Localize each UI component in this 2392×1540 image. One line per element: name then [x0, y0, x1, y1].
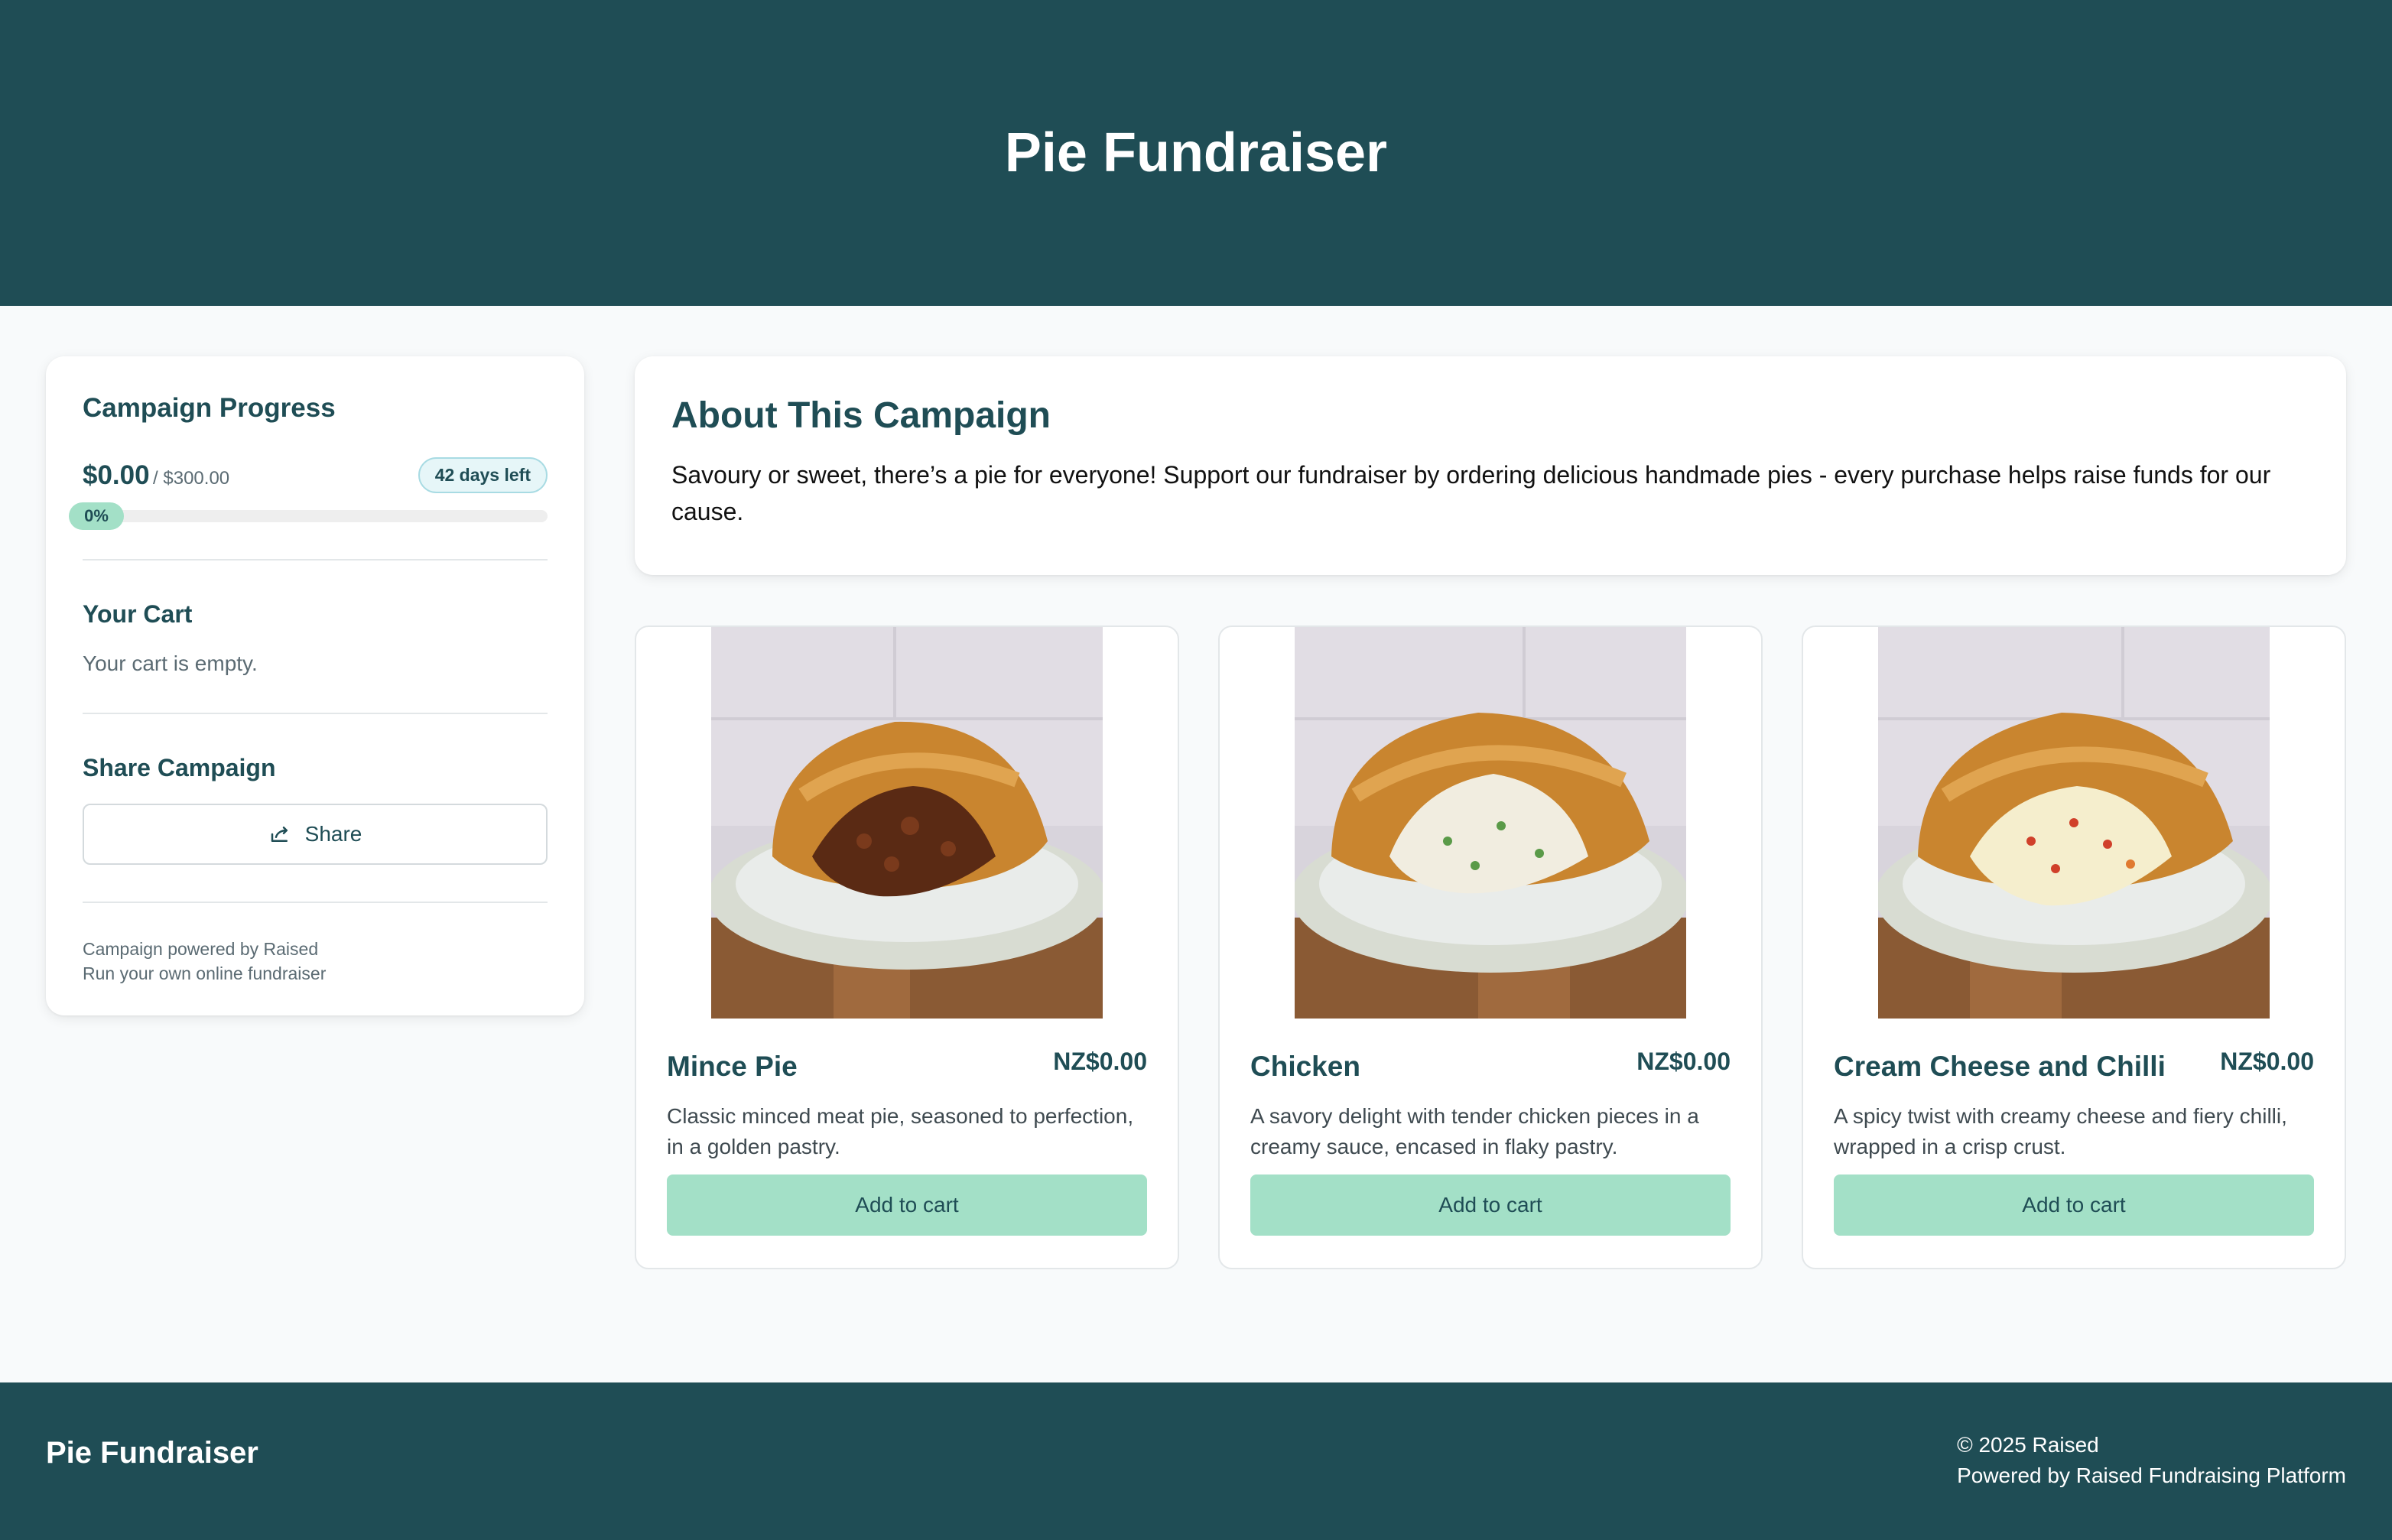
powered-line: Campaign powered by Raised	[83, 939, 319, 959]
share-button-label: Share	[304, 822, 362, 846]
days-left-badge: 42 days left	[418, 457, 548, 493]
product-card: Chicken NZ$0.00 A savory delight with te…	[1218, 625, 1763, 1269]
share-heading: Share Campaign	[83, 754, 276, 781]
product-card: Mince Pie NZ$0.00 Classic minced meat pi…	[635, 625, 1179, 1269]
product-description: A savory delight with tender chicken pie…	[1250, 1104, 1699, 1158]
product-description: A spicy twist with creamy cheese and fie…	[1834, 1104, 2287, 1158]
about-heading: About This Campaign	[671, 395, 1051, 436]
campaign-progress-heading: Campaign Progress	[83, 393, 336, 423]
about-text: Savoury or sweet, there’s a pie for ever…	[671, 461, 2271, 525]
divider	[83, 902, 548, 903]
page-title: Pie Fundraiser	[1004, 122, 1388, 184]
product-header: Chicken NZ$0.00	[1250, 1048, 1731, 1083]
product-name: Mince Pie	[667, 1051, 798, 1082]
cart-heading: Your Cart	[83, 600, 193, 628]
product-header: Mince Pie NZ$0.00	[667, 1048, 1147, 1083]
pie-image	[1295, 627, 1686, 1019]
product-header: Cream Cheese and Chilli NZ$0.00	[1834, 1048, 2314, 1083]
progress-summary: $0.00 / $300.00 42 days left	[83, 457, 548, 493]
campaign-sidebar: Campaign Progress $0.00 / $300.00 42 day…	[46, 356, 584, 1015]
page-footer: Pie Fundraiser © 2025 Raised Powered by …	[0, 1382, 2392, 1540]
page-header: Pie Fundraiser	[0, 0, 2392, 306]
cart-empty-text: Your cart is empty.	[83, 651, 258, 675]
about-card: About This Campaign Savoury or sweet, th…	[635, 356, 2346, 575]
pie-image	[1878, 627, 2270, 1019]
footer-copyright: © 2025 Raised	[1957, 1433, 2099, 1457]
amount-group: $0.00 / $300.00	[83, 460, 229, 491]
add-to-cart-button[interactable]: Add to cart	[1250, 1174, 1731, 1236]
product-name: Chicken	[1250, 1051, 1360, 1082]
add-to-cart-button[interactable]: Add to cart	[1834, 1174, 2314, 1236]
footer-powered-link[interactable]: Powered by Raised Fundraising Platform	[1957, 1460, 2346, 1491]
share-icon	[271, 827, 288, 842]
divider	[83, 559, 548, 560]
run-fundraiser-link[interactable]: Run your own online fundraiser	[83, 961, 548, 986]
progress-percent: 0%	[69, 502, 124, 530]
product-price: NZ$0.00	[2220, 1048, 2314, 1075]
product-description: Classic minced meat pie, seasoned to per…	[667, 1104, 1134, 1158]
product-card: Cream Cheese and Chilli NZ$0.00 A spicy …	[1802, 625, 2346, 1269]
footer-brand: Pie Fundraiser	[46, 1436, 258, 1470]
product-price: NZ$0.00	[1053, 1048, 1147, 1075]
product-price: NZ$0.00	[1636, 1048, 1731, 1075]
share-button[interactable]: Share	[83, 804, 548, 865]
goal-amount: / $300.00	[153, 467, 230, 489]
progress-bar: 0%	[69, 502, 548, 530]
divider	[83, 713, 548, 714]
add-to-cart-button[interactable]: Add to cart	[667, 1174, 1147, 1236]
footer-info: © 2025 Raised Powered by Raised Fundrais…	[1957, 1430, 2346, 1491]
raised-amount: $0.00	[83, 460, 150, 490]
pie-image	[711, 627, 1103, 1019]
powered-by-text: Campaign powered by Raised Run your own …	[83, 937, 548, 986]
product-name: Cream Cheese and Chilli	[1834, 1051, 2166, 1082]
